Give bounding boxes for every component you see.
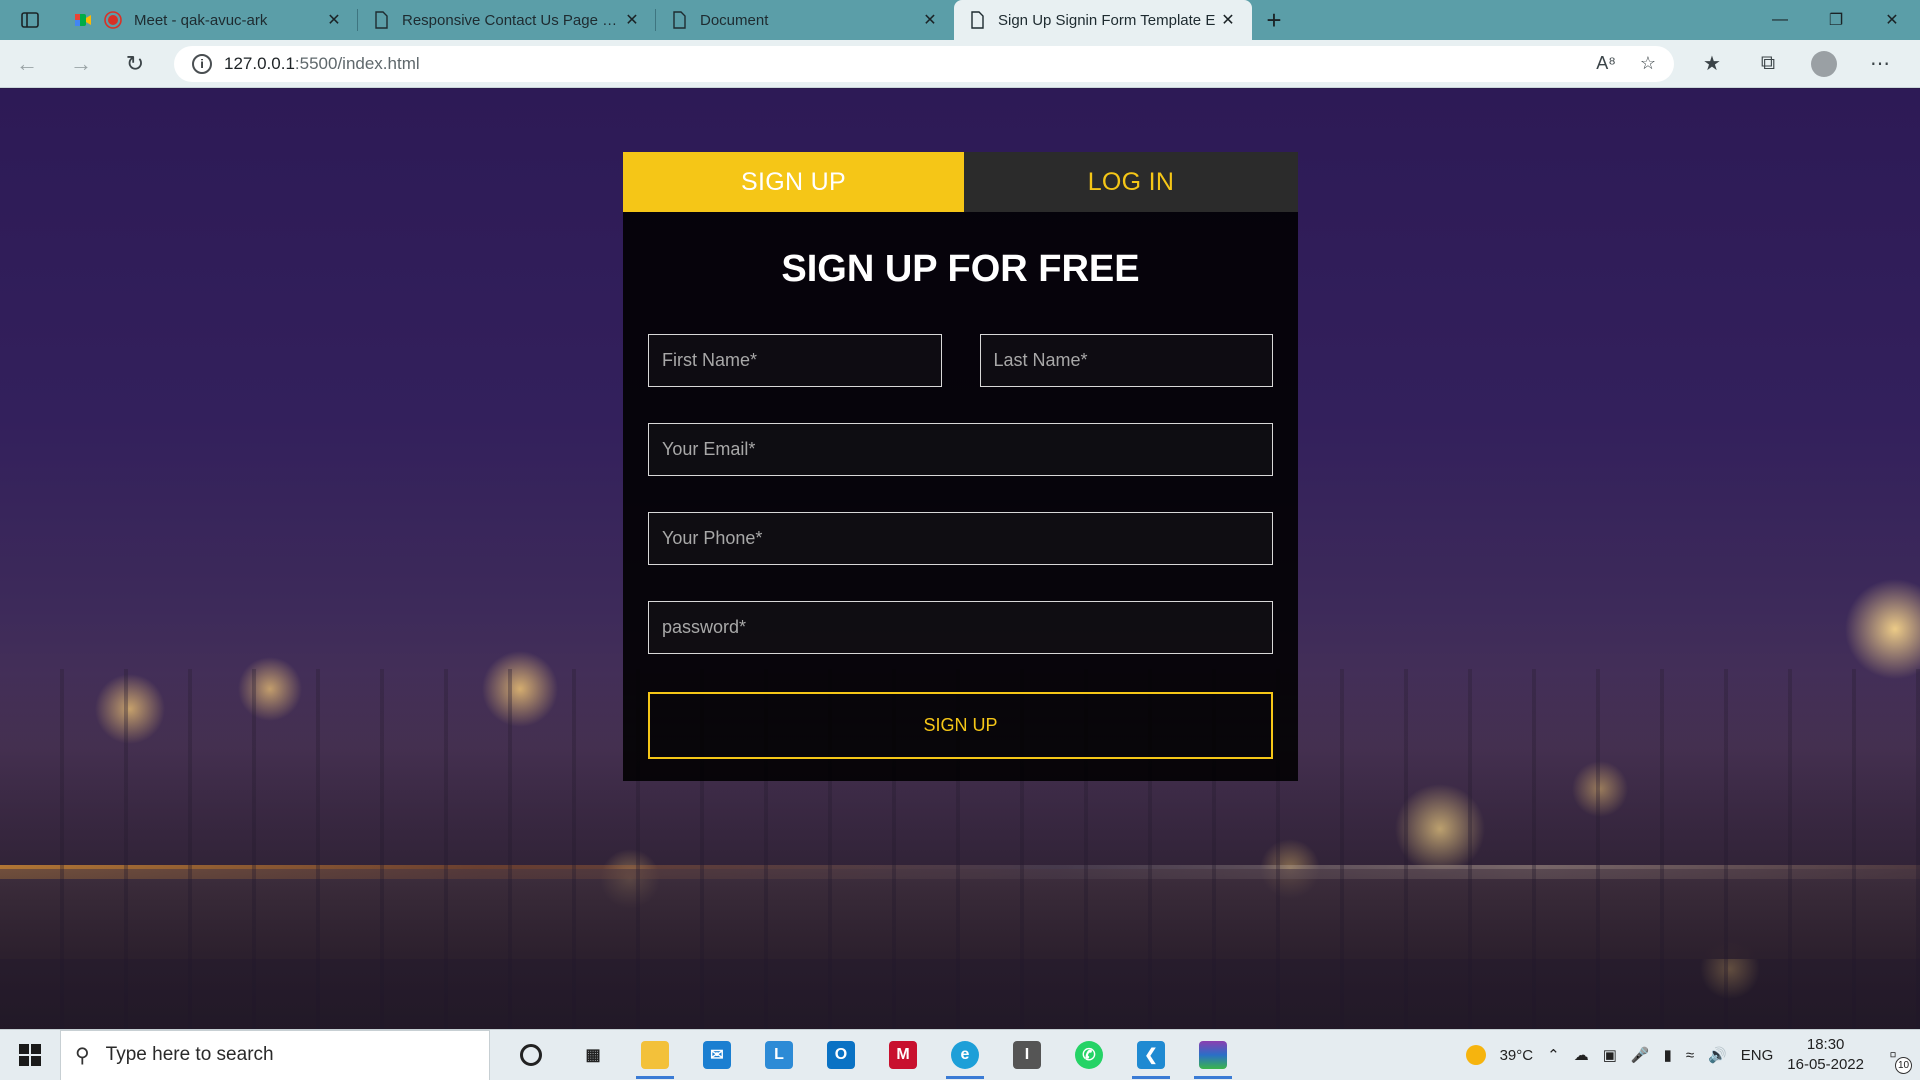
outlook-icon[interactable]: O — [810, 1030, 872, 1080]
show-hidden-icons-icon[interactable]: ⌃ — [1547, 1046, 1560, 1064]
add-favorite-icon[interactable]: ☆ — [1640, 53, 1656, 74]
microphone-icon[interactable]: 🎤 — [1631, 1046, 1650, 1064]
volume-icon[interactable]: 🔊 — [1708, 1046, 1727, 1064]
more-options-icon[interactable]: ⋯ — [1852, 51, 1908, 77]
page-background: SIGN UP LOG IN SIGN UP FOR FREE SIGN UP — [0, 89, 1920, 1029]
search-icon: ⚲ — [75, 1044, 90, 1067]
meet-now-icon[interactable]: ▣ — [1603, 1046, 1617, 1064]
mail-icon[interactable]: ✉ — [686, 1030, 748, 1080]
windows-taskbar: ⚲ Type here to search ▦ ✉ L O M e I ✆ ❮ … — [0, 1029, 1920, 1080]
battery-icon[interactable]: ▮ — [1664, 1046, 1672, 1064]
tab-contact-page[interactable]: Responsive Contact Us Page Exa ✕ — [358, 0, 656, 40]
favorites-icon[interactable]: ★ — [1684, 51, 1740, 77]
cortana-icon[interactable] — [500, 1030, 562, 1080]
close-window-icon[interactable]: ✕ — [1864, 0, 1920, 40]
url-text: 127.0.0.1:5500/index.html — [224, 53, 420, 73]
tab-title: Document — [700, 11, 769, 29]
edge-icon[interactable]: e — [934, 1030, 996, 1080]
weather-icon[interactable] — [1465, 1045, 1486, 1065]
email-input[interactable] — [648, 423, 1273, 476]
task-view-icon[interactable]: ▦ — [562, 1030, 624, 1080]
tab-title: Responsive Contact Us Page Exa — [402, 11, 622, 29]
document-icon — [375, 11, 388, 29]
form-title: SIGN UP FOR FREE — [781, 248, 1140, 290]
first-name-input[interactable] — [648, 334, 942, 387]
close-tab-icon[interactable]: ✕ — [324, 10, 344, 30]
url-field[interactable]: i 127.0.0.1:5500/index.html A⁸ ☆ — [174, 45, 1674, 82]
password-input[interactable] — [648, 601, 1273, 654]
app-icon[interactable]: I — [996, 1030, 1058, 1080]
notification-count: 10 — [1895, 1057, 1912, 1074]
address-toolbar: ← → ↻ i 127.0.0.1:5500/index.html A⁸ ☆ ★… — [0, 40, 1920, 88]
tab-title: Meet - qak-avuc-ark — [134, 11, 268, 29]
clock[interactable]: 18:30 16-05-2022 — [1787, 1035, 1864, 1075]
tab-meet[interactable]: Meet - qak-avuc-ark ✕ — [60, 0, 358, 40]
taskbar-search[interactable]: ⚲ Type here to search — [60, 1029, 490, 1080]
tab-actions-icon[interactable] — [0, 0, 60, 40]
notification-icon[interactable]: ▫ 10 — [1878, 1040, 1912, 1074]
forward-icon[interactable]: → — [54, 40, 108, 88]
close-tab-icon[interactable]: ✕ — [920, 10, 940, 30]
browser-tab-bar: Meet - qak-avuc-ark ✕ Responsive Contact… — [0, 0, 1920, 40]
winrar-icon[interactable] — [1182, 1030, 1244, 1080]
google-meet-icon — [75, 14, 91, 26]
recording-icon — [104, 11, 122, 29]
close-tab-icon[interactable]: ✕ — [622, 10, 642, 30]
tab-document[interactable]: Document ✕ — [656, 0, 954, 40]
document-icon — [673, 11, 686, 29]
tab-signup-form[interactable]: Sign Up Signin Form Template E ✕ — [954, 0, 1252, 40]
tab-title: Sign Up Signin Form Template E — [998, 11, 1216, 29]
signup-form-card: SIGN UP LOG IN SIGN UP FOR FREE SIGN UP — [623, 152, 1298, 781]
last-name-input[interactable] — [979, 334, 1273, 387]
clock-time: 18:30 — [1806, 1036, 1845, 1053]
start-button[interactable] — [0, 1030, 60, 1080]
weather-temp[interactable]: 39°C — [1500, 1047, 1534, 1064]
signup-submit-button[interactable]: SIGN UP — [648, 692, 1273, 759]
mcafee-icon[interactable]: M — [872, 1030, 934, 1080]
vscode-icon[interactable]: ❮ — [1120, 1030, 1182, 1080]
form-tabs: SIGN UP LOG IN — [623, 152, 1298, 212]
close-tab-icon[interactable]: ✕ — [1218, 10, 1238, 30]
windows-icon — [19, 1044, 41, 1066]
language-indicator[interactable]: ENG — [1741, 1047, 1774, 1064]
back-icon[interactable]: ← — [0, 40, 54, 88]
collections-icon[interactable]: ⧉ — [1740, 51, 1796, 77]
l-app-icon[interactable]: L — [748, 1030, 810, 1080]
new-tab-button[interactable]: + — [1252, 0, 1296, 40]
clock-date: 16-05-2022 — [1787, 1056, 1864, 1073]
taskbar-apps: ▦ ✉ L O M e I ✆ ❮ — [500, 1030, 1244, 1080]
file-explorer-icon[interactable] — [624, 1030, 686, 1080]
phone-input[interactable] — [648, 512, 1273, 565]
search-placeholder: Type here to search — [105, 1044, 274, 1065]
onedrive-icon[interactable]: ☁ — [1574, 1046, 1589, 1064]
site-info-icon[interactable]: i — [192, 53, 212, 74]
document-icon — [971, 11, 984, 29]
wifi-icon[interactable]: ≈ — [1686, 1047, 1694, 1064]
minimize-icon[interactable]: — — [1752, 0, 1808, 40]
tab-login[interactable]: LOG IN — [964, 152, 1298, 212]
window-controls: — ❐ ✕ — [1752, 0, 1920, 40]
system-tray: 39°C ⌃ ☁ ▣ 🎤 ▮ ≈ 🔊 ENG 18:30 16-05-2022 … — [1465, 1035, 1920, 1075]
profile-avatar[interactable] — [1811, 50, 1837, 77]
refresh-icon[interactable]: ↻ — [108, 40, 162, 88]
tab-signup[interactable]: SIGN UP — [623, 152, 964, 212]
whatsapp-icon[interactable]: ✆ — [1058, 1030, 1120, 1080]
read-aloud-icon[interactable]: A⁸ — [1596, 53, 1616, 74]
restore-icon[interactable]: ❐ — [1808, 0, 1864, 40]
